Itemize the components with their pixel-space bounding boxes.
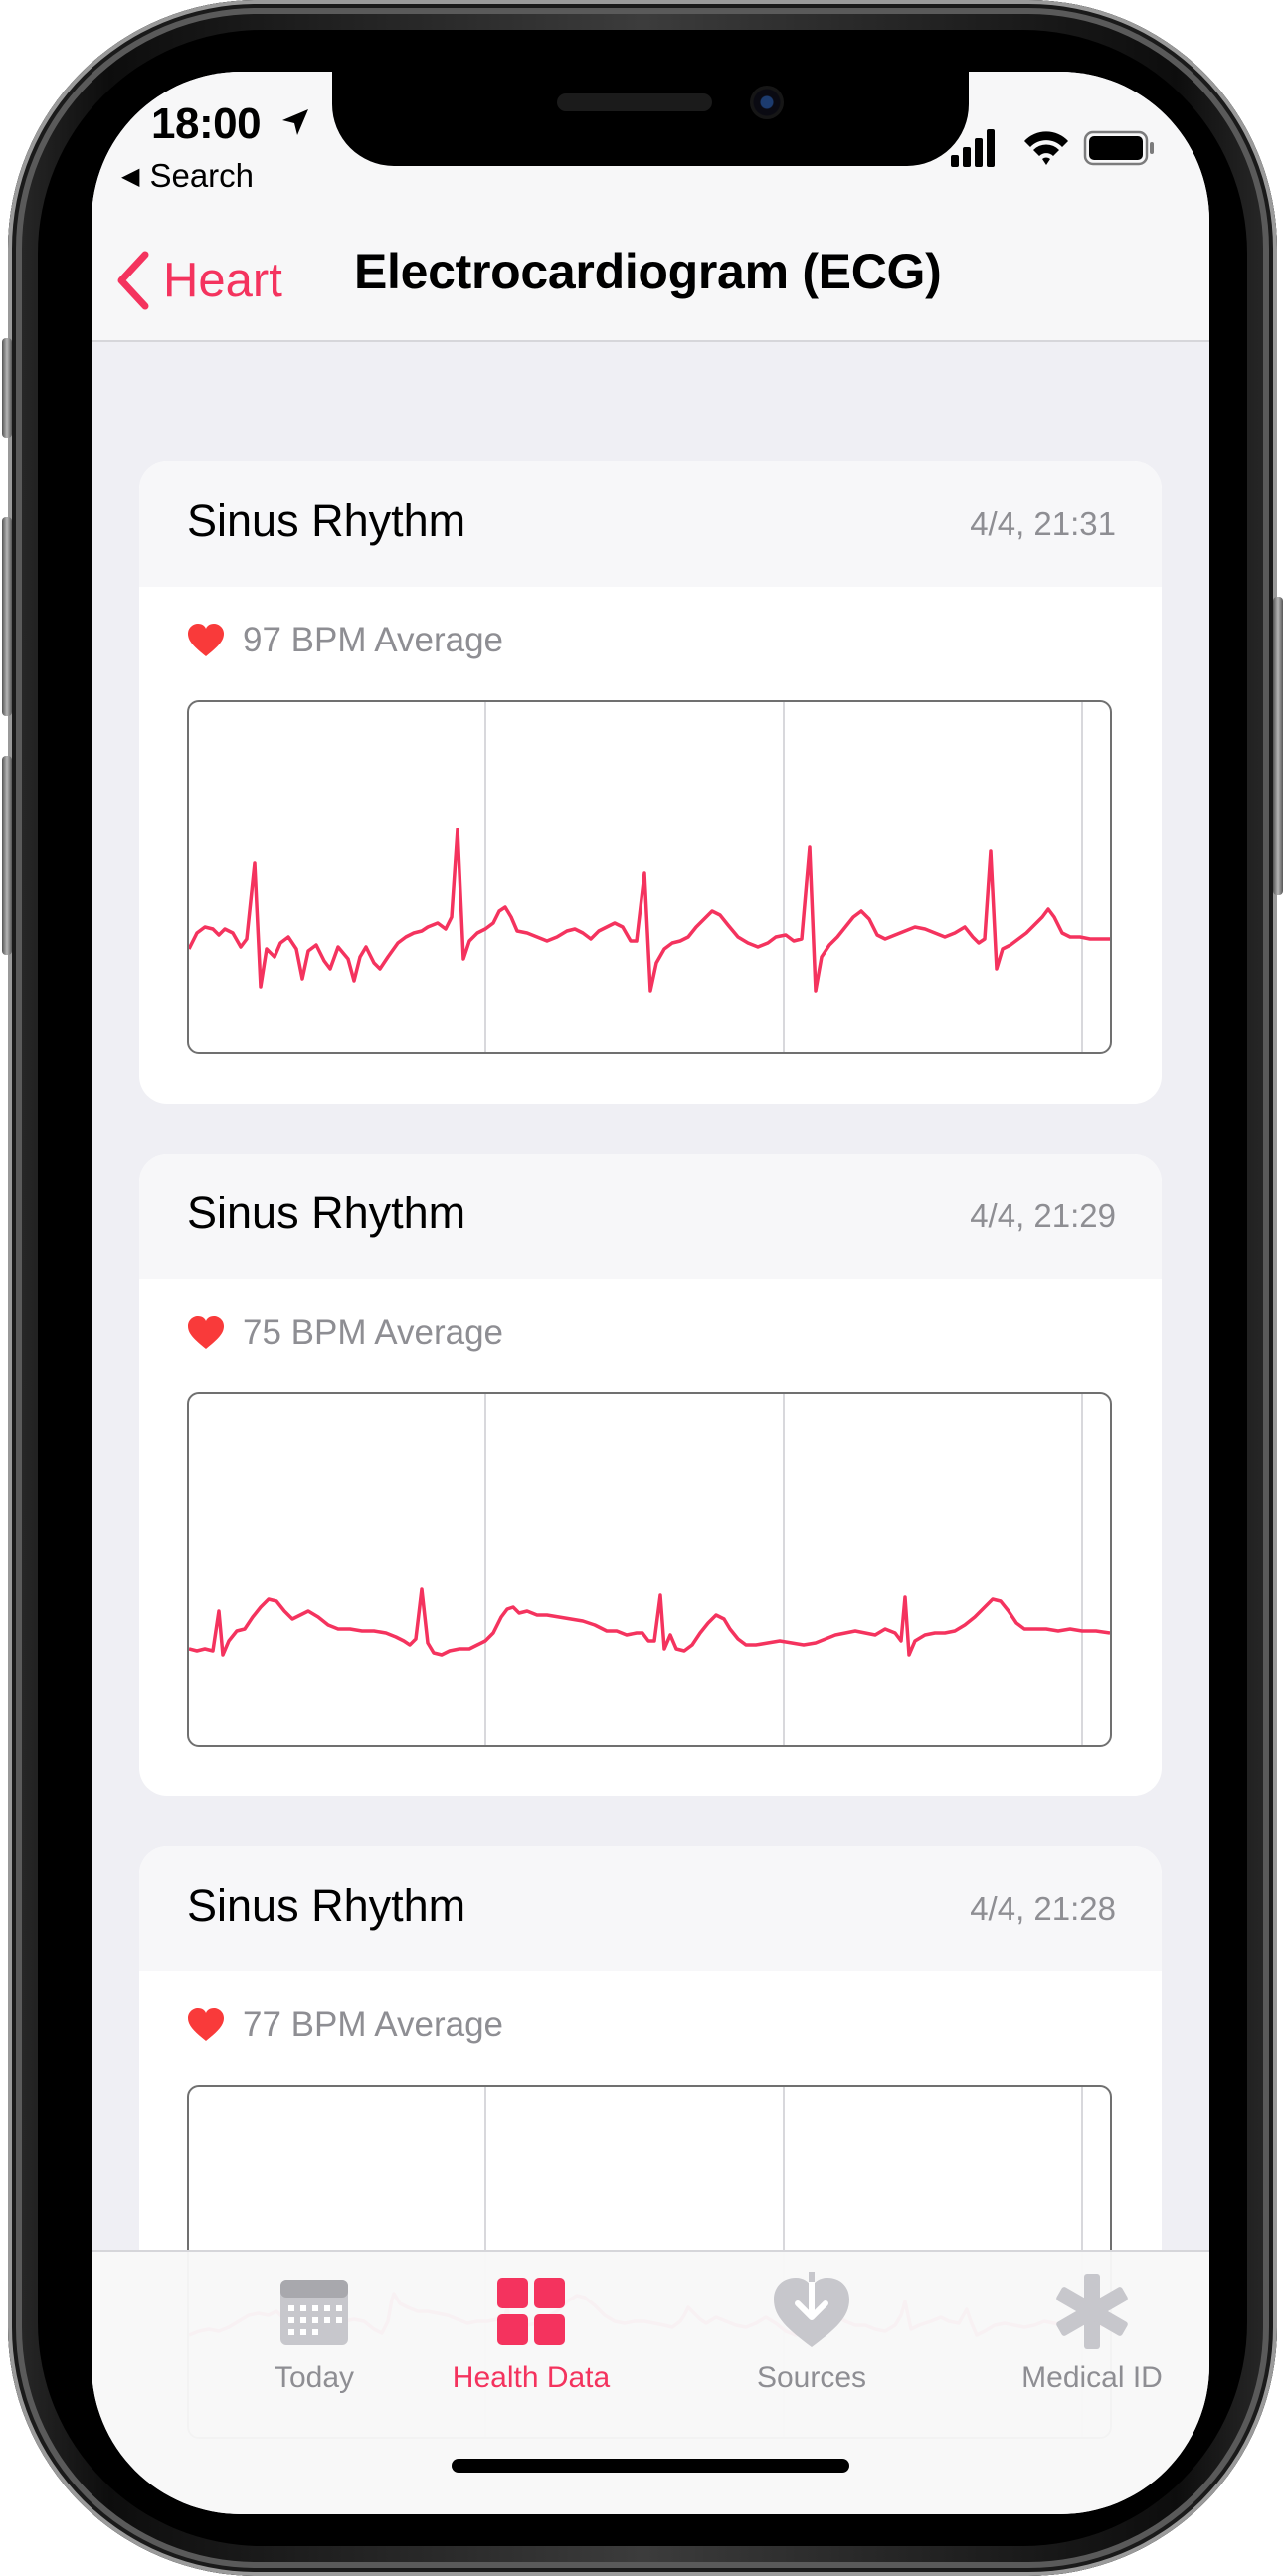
bpm-average-label: 75 BPM Average <box>243 1313 504 1352</box>
tab-medical-id-label: Medical ID <box>1021 2361 1163 2394</box>
back-to-app-link[interactable]: ◀ Search <box>121 157 254 195</box>
bpm-average: 97 BPM Average <box>187 617 503 664</box>
front-camera <box>750 86 784 119</box>
back-triangle-icon: ◀ <box>121 163 140 190</box>
back-to-app-label: Search <box>149 157 255 194</box>
ecg-waveform-chart <box>187 700 1112 1054</box>
tab-medical-id[interactable]: Medical ID <box>953 2272 1209 2395</box>
heart-icon <box>188 1316 224 1349</box>
tab-sources[interactable]: Sources <box>672 2272 951 2395</box>
tab-bar: Today Health Data Sources Medical ID <box>92 2250 1209 2514</box>
recording-classification: Sinus Rhythm <box>187 1188 466 1238</box>
ecg-trace <box>189 1587 1110 1657</box>
chevron-left-icon <box>117 251 149 310</box>
tab-sources-label: Sources <box>756 2361 867 2394</box>
page-title: Electrocardiogram (ECG) <box>354 244 942 299</box>
battery-icon <box>1083 130 1154 166</box>
wifi-icon <box>1024 131 1068 165</box>
asterisk-icon <box>1056 2274 1128 2349</box>
recording-date: 4/4, 21:29 <box>970 1197 1116 1234</box>
earpiece-speaker <box>557 93 712 111</box>
heart-icon <box>188 624 224 656</box>
notch <box>332 72 969 166</box>
ecg-recording-card[interactable]: Sinus Rhythm 4/4, 21:31 97 BPM Average <box>139 461 1162 1104</box>
bpm-average-label: 97 BPM Average <box>243 621 504 659</box>
recording-date: 4/4, 21:31 <box>970 505 1116 542</box>
location-arrow-icon <box>282 109 308 135</box>
tab-health-data[interactable]: Health Data <box>392 2272 670 2395</box>
heart-icon <box>188 2008 224 2041</box>
bpm-average: 77 BPM Average <box>187 2001 503 2049</box>
grid-icon <box>497 2278 565 2345</box>
back-button[interactable]: Heart <box>113 241 282 320</box>
recording-classification: Sinus Rhythm <box>187 495 466 546</box>
volume-down-button <box>2 756 12 955</box>
status-time: 18:00 <box>151 99 262 148</box>
back-button-label: Heart <box>163 254 282 307</box>
card-header: Sinus Rhythm 4/4, 21:28 <box>139 1846 1162 1971</box>
bpm-average-label: 77 BPM Average <box>243 2005 504 2044</box>
iphone-device-frame: 18:00 ◀ Search Heart Electrocardiogram (… <box>2 0 1283 2576</box>
bpm-average: 75 BPM Average <box>187 1309 503 1357</box>
screen: 18:00 ◀ Search Heart Electrocardiogram (… <box>92 72 1209 2514</box>
heart-download-icon <box>774 2272 849 2347</box>
recording-date: 4/4, 21:28 <box>970 1890 1116 1927</box>
ecg-recording-card[interactable]: Sinus Rhythm 4/4, 21:29 75 BPM Average <box>139 1154 1162 1796</box>
tab-health-data-label: Health Data <box>452 2361 611 2394</box>
ecg-trace <box>189 828 1110 993</box>
calendar-icon <box>280 2280 348 2345</box>
silent-switch <box>2 338 12 438</box>
card-header: Sinus Rhythm 4/4, 21:31 <box>139 461 1162 587</box>
status-icons <box>951 129 1154 167</box>
home-indicator[interactable] <box>452 2459 849 2473</box>
volume-up-button <box>2 517 12 716</box>
card-header: Sinus Rhythm 4/4, 21:29 <box>139 1154 1162 1279</box>
recording-classification: Sinus Rhythm <box>187 1880 466 1931</box>
power-button <box>1273 597 1283 895</box>
ecg-waveform-chart <box>187 1392 1112 1747</box>
